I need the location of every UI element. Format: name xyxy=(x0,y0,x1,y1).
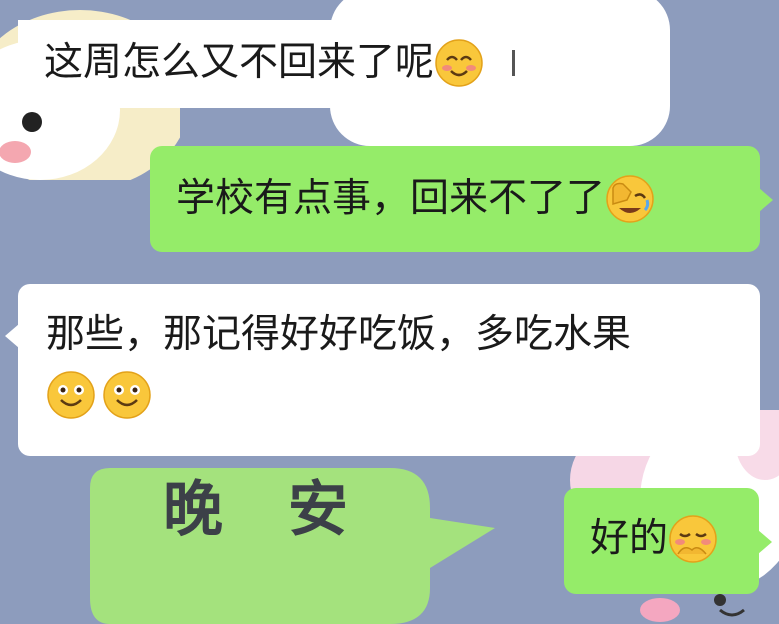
bubble-tail xyxy=(758,530,772,554)
message-text: 学校有点事，回来不了了 xyxy=(176,176,606,221)
smiling-blush-emoji-icon xyxy=(434,38,484,88)
smile-emoji-icon xyxy=(46,370,96,420)
smile-emoji-icon xyxy=(102,370,152,420)
goodnight-sticker-text: 晚 安 xyxy=(163,475,370,545)
message-bubble-incoming[interactable]: 这周怎么又不回来了呢 xyxy=(18,20,580,108)
shy-cover-mouth-emoji-icon xyxy=(668,514,718,564)
message-text: 好的 xyxy=(590,516,669,561)
text-cursor xyxy=(512,50,516,76)
message-bubble-incoming[interactable]: 那些，那记得好好吃饭，多吃水果 xyxy=(5,284,760,456)
facepalm-laughing-emoji-icon xyxy=(605,174,655,224)
bubble-tail xyxy=(5,324,19,348)
message-text: 这周怎么又不回来了呢 xyxy=(44,40,435,85)
message-bubble-outgoing[interactable]: 好的 xyxy=(564,488,772,594)
message-bubble-outgoing[interactable]: 学校有点事，回来不了了 xyxy=(150,146,773,252)
bubble-tail xyxy=(759,188,773,212)
message-text: 那些，那记得好好吃饭，多吃水果 xyxy=(46,312,632,357)
